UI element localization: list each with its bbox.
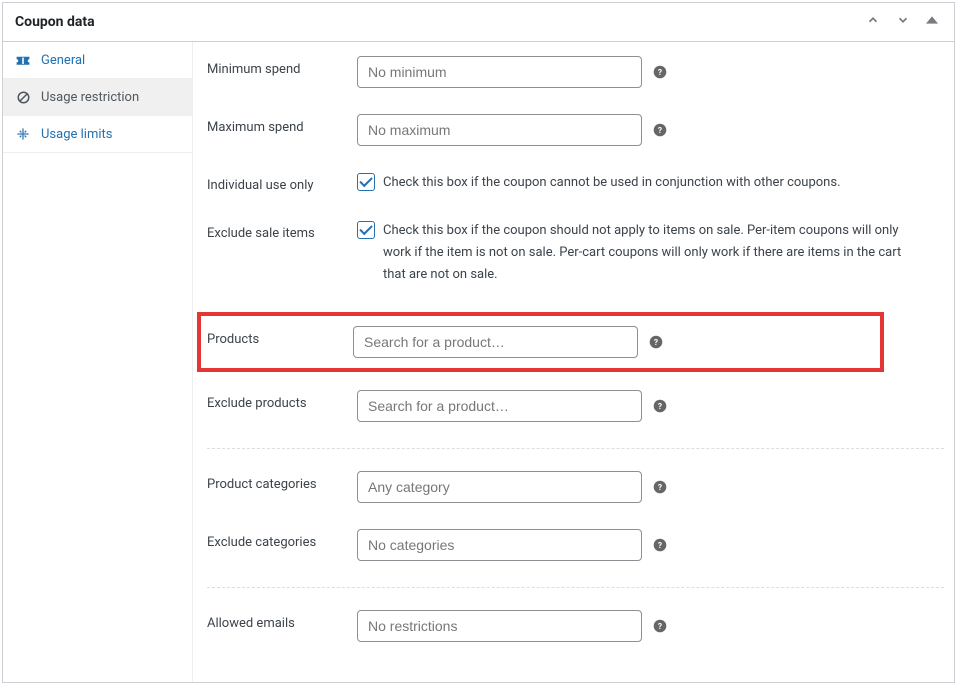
- individual-use-label: Individual use only: [207, 172, 357, 193]
- chevron-down-icon: [896, 13, 910, 27]
- row-exclude-categories: Exclude categories ?: [207, 529, 944, 561]
- svg-text:?: ?: [654, 338, 658, 348]
- help-icon: ?: [653, 399, 667, 413]
- help-icon: ?: [653, 123, 667, 137]
- help-tooltip[interactable]: ?: [648, 334, 664, 350]
- product-categories-label: Product categories: [207, 471, 357, 492]
- exclude-sale-label: Exclude sale items: [207, 220, 357, 241]
- exclude-products-input[interactable]: [357, 390, 642, 422]
- allowed-emails-input[interactable]: [357, 610, 642, 642]
- help-tooltip[interactable]: ?: [652, 537, 668, 553]
- tab-label: Usage limits: [41, 127, 112, 142]
- row-exclude-products: Exclude products ?: [207, 390, 944, 422]
- products-input[interactable]: [353, 326, 638, 358]
- no-icon: [15, 89, 31, 105]
- limits-icon: [15, 126, 31, 142]
- tab-label: General: [41, 53, 85, 68]
- row-allowed-emails: Allowed emails ?: [207, 610, 944, 642]
- tab-usage-limits[interactable]: Usage limits: [3, 116, 192, 153]
- products-label: Products: [207, 326, 353, 347]
- panel-controls: [862, 11, 942, 33]
- tabs-sidebar: General Usage restriction Usage limits: [3, 42, 193, 682]
- svg-text:?: ?: [658, 622, 662, 632]
- maximum-spend-input[interactable]: [357, 114, 642, 146]
- exclude-products-label: Exclude products: [207, 390, 357, 411]
- product-categories-input[interactable]: [357, 471, 642, 503]
- move-up-button[interactable]: [862, 11, 884, 33]
- tab-label: Usage restriction: [41, 90, 139, 105]
- section-divider: [207, 448, 944, 449]
- help-tooltip[interactable]: ?: [652, 618, 668, 634]
- panel-body: General Usage restriction Usage limits M…: [3, 42, 954, 682]
- panel-title: Coupon data: [15, 14, 95, 30]
- help-icon: ?: [653, 538, 667, 552]
- exclude-categories-label: Exclude categories: [207, 529, 357, 550]
- row-exclude-sale: Exclude sale items Check this box if the…: [207, 220, 944, 286]
- svg-text:?: ?: [658, 541, 662, 551]
- help-icon: ?: [649, 335, 663, 349]
- chevron-up-icon: [866, 13, 880, 27]
- minimum-spend-input[interactable]: [357, 56, 642, 88]
- svg-text:?: ?: [658, 68, 662, 78]
- help-tooltip[interactable]: ?: [652, 479, 668, 495]
- individual-use-checkbox[interactable]: [357, 173, 375, 191]
- tab-general[interactable]: General: [3, 42, 192, 79]
- exclude-sale-checkbox[interactable]: [357, 221, 375, 239]
- exclude-categories-input[interactable]: [357, 529, 642, 561]
- ticket-icon: [15, 52, 31, 68]
- coupon-data-panel: Coupon data General: [2, 2, 955, 683]
- section-divider: [207, 587, 944, 588]
- svg-text:?: ?: [658, 126, 662, 136]
- help-icon: ?: [653, 65, 667, 79]
- caret-up-icon: [926, 14, 938, 26]
- row-maximum-spend: Maximum spend ?: [207, 114, 944, 146]
- individual-use-checkbox-wrap: Check this box if the coupon cannot be u…: [357, 172, 841, 194]
- exclude-sale-description: Check this box if the coupon should not …: [383, 220, 917, 286]
- panel-header: Coupon data: [3, 3, 954, 42]
- help-tooltip[interactable]: ?: [652, 122, 668, 138]
- exclude-sale-checkbox-wrap: Check this box if the coupon should not …: [357, 220, 917, 286]
- maximum-spend-label: Maximum spend: [207, 114, 357, 135]
- help-icon: ?: [653, 480, 667, 494]
- row-minimum-spend: Minimum spend ?: [207, 56, 944, 88]
- toggle-panel-button[interactable]: [922, 12, 942, 32]
- minimum-spend-label: Minimum spend: [207, 56, 357, 77]
- row-individual-use: Individual use only Check this box if th…: [207, 172, 944, 194]
- move-down-button[interactable]: [892, 11, 914, 33]
- svg-text:?: ?: [658, 483, 662, 493]
- help-icon: ?: [653, 619, 667, 633]
- individual-use-description: Check this box if the coupon cannot be u…: [383, 172, 841, 194]
- row-product-categories: Product categories ?: [207, 471, 944, 503]
- allowed-emails-label: Allowed emails: [207, 610, 357, 631]
- svg-text:?: ?: [658, 402, 662, 412]
- tab-content: Minimum spend ? Maximum spend ?: [193, 42, 954, 682]
- tab-usage-restriction[interactable]: Usage restriction: [3, 79, 192, 116]
- help-tooltip[interactable]: ?: [652, 64, 668, 80]
- row-products: Products ?: [197, 312, 884, 372]
- help-tooltip[interactable]: ?: [652, 398, 668, 414]
